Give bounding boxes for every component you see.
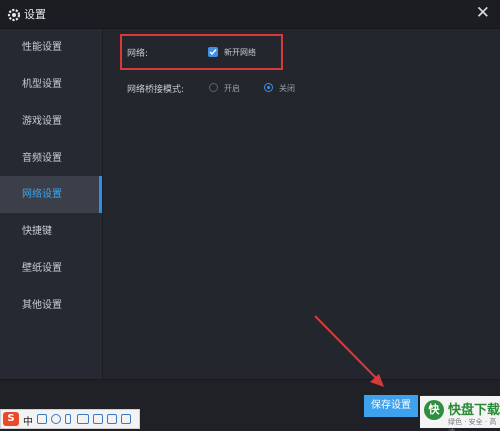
sidebar-item-audio[interactable]: 音频设置 <box>0 140 102 177</box>
bridge-mode-label: 网络桥接模式: <box>127 85 185 95</box>
settings-sidebar: 性能设置 机型设置 游戏设置 音频设置 网络设置 快捷键 壁纸设置 其他设置 <box>0 29 103 379</box>
ime-toolbar[interactable]: S 中 <box>0 409 140 429</box>
sogou-ime-icon[interactable]: S <box>3 412 19 426</box>
skin-icon[interactable] <box>93 414 103 424</box>
bridge-off-label[interactable]: 关闭 <box>279 83 295 94</box>
bridge-on-label[interactable]: 开启 <box>224 83 240 94</box>
sidebar-item-device-model[interactable]: 机型设置 <box>0 66 102 103</box>
punctuation-icon[interactable] <box>37 414 47 424</box>
window-title: 设置 <box>24 8 46 21</box>
sidebar-item-performance[interactable]: 性能设置 <box>0 29 102 66</box>
network-label: 网络: <box>127 49 149 59</box>
enable-network-label[interactable]: 新开网络 <box>224 47 256 58</box>
close-icon[interactable]: ✕ <box>476 3 490 23</box>
bridge-off-radio[interactable] <box>264 83 273 92</box>
sidebar-item-network[interactable]: 网络设置 <box>0 176 102 213</box>
watermark-badge: 快 <box>424 400 444 420</box>
toolbox-icon[interactable] <box>107 414 117 424</box>
grid-menu-icon[interactable] <box>121 414 131 424</box>
watermark-subtitle: 绿色 · 安全 · 高速 <box>448 418 497 431</box>
annotation-arrow <box>314 315 384 387</box>
watermark-title: 快盘下载 <box>448 403 500 418</box>
emoji-icon[interactable] <box>51 414 61 424</box>
watermark-logo: 快 快盘下载 绿色 · 安全 · 高速 <box>420 396 500 431</box>
title-bar: 设置 ✕ <box>0 0 500 29</box>
keyboard-icon[interactable] <box>77 414 89 424</box>
sidebar-item-other[interactable]: 其他设置 <box>0 287 102 324</box>
sidebar-item-wallpaper[interactable]: 壁纸设置 <box>0 250 102 287</box>
sidebar-item-game[interactable]: 游戏设置 <box>0 103 102 140</box>
enable-network-checkbox[interactable] <box>208 47 218 57</box>
settings-window: 设置 ✕ 性能设置 机型设置 游戏设置 音频设置 网络设置 快捷键 壁纸设置 其… <box>0 0 500 431</box>
gear-icon <box>7 7 21 22</box>
ime-mode-toggle[interactable]: 中 <box>23 413 33 428</box>
sidebar-item-shortcuts[interactable]: 快捷键 <box>0 213 102 250</box>
bridge-on-radio[interactable] <box>209 83 218 92</box>
save-settings-button[interactable]: 保存设置 <box>364 395 418 417</box>
microphone-icon[interactable] <box>65 414 71 424</box>
checkmark-icon <box>209 49 217 56</box>
